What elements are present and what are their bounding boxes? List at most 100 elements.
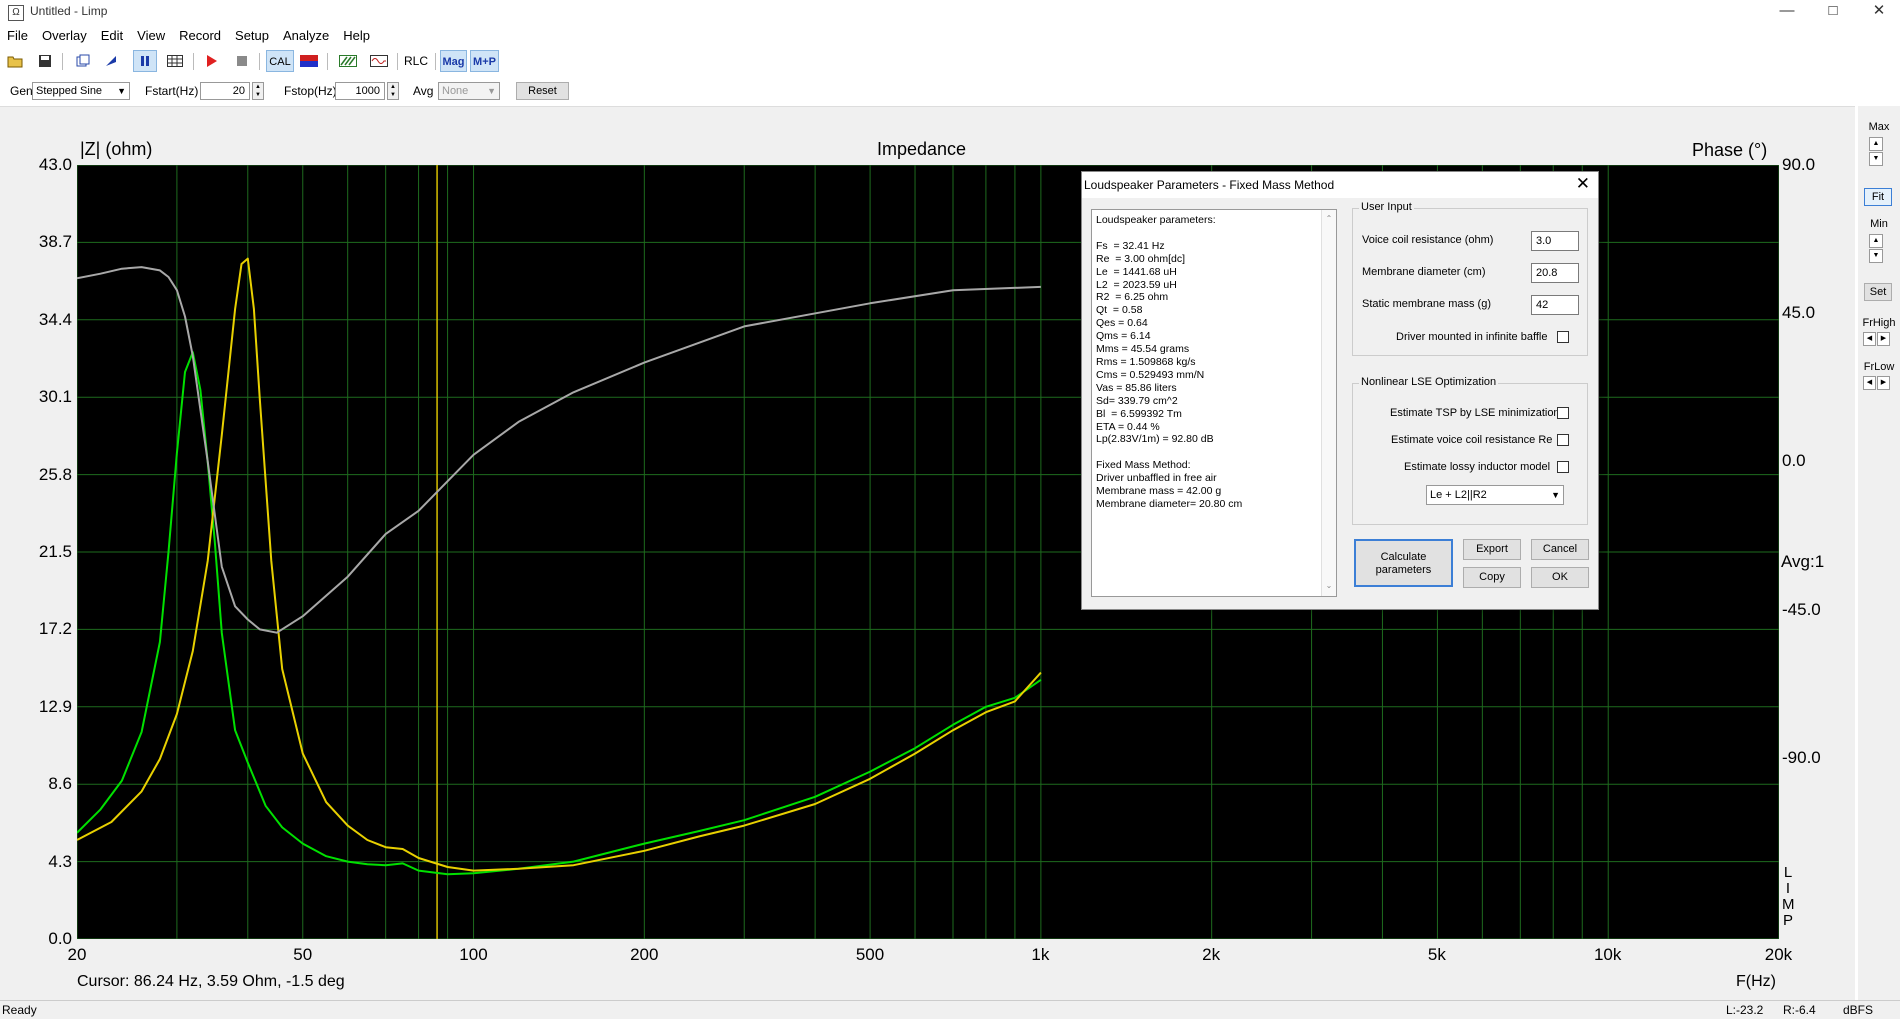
re-label: Estimate voice coil resistance Re (1391, 434, 1553, 446)
fstart-spinner[interactable]: ▲ ▼ (252, 82, 264, 100)
set-button[interactable]: Set (1864, 283, 1892, 301)
y-tick-label: 21.5 (38, 542, 72, 561)
close-icon[interactable]: ✕ (1856, 0, 1900, 24)
status-left-level: L:-23.2 (1726, 1003, 1764, 1017)
mag-phase-button[interactable]: M+P (470, 50, 499, 72)
title-bar: Ω Untitled - Limp — □ ✕ (0, 0, 1900, 24)
copy-window-icon[interactable] (71, 50, 95, 72)
menu-edit[interactable]: Edit (94, 26, 130, 46)
limp-letter-i: I (1785, 880, 1791, 897)
maximize-icon[interactable]: □ (1810, 0, 1856, 24)
mag-button[interactable]: Mag (440, 50, 467, 72)
menu-record[interactable]: Record (172, 26, 228, 46)
export-button[interactable]: Export (1463, 539, 1521, 560)
voice-coil-input[interactable]: 3.0 (1531, 231, 1579, 251)
cancel-button[interactable]: Cancel (1531, 539, 1589, 560)
max-down-icon[interactable]: ▼ (1869, 152, 1883, 166)
scroll-down-icon[interactable]: ⌄ (1322, 580, 1336, 593)
inductor-model-select[interactable]: Le + L2||R2 ▼ (1426, 485, 1564, 505)
scroll-up-icon[interactable]: ⌃ (1322, 213, 1336, 226)
gen-select[interactable]: Stepped Sine ▼ (32, 82, 130, 100)
results-textbox[interactable]: Loudspeaker parameters: Fs = 32.41 Hz Re… (1091, 209, 1337, 597)
user-input-title: User Input (1359, 201, 1414, 213)
hatch-view-icon[interactable] (336, 50, 360, 72)
status-right-level: R:-6.4 (1783, 1003, 1816, 1017)
baffle-checkbox[interactable] (1557, 331, 1569, 343)
pause-icon[interactable] (133, 50, 157, 72)
status-units: dBFS (1843, 1003, 1874, 1017)
scale-panel: Max ▲ ▼ Fit Min ▲ ▼ Set FrHigh ◀ ▶ FrLow… (1858, 106, 1900, 1000)
generator-icon[interactable] (297, 50, 321, 72)
save-icon[interactable] (33, 50, 57, 72)
menu-overlay[interactable]: Overlay (35, 26, 94, 46)
limp-letter-m: M (1782, 896, 1795, 913)
avg-select: None ▼ (438, 82, 500, 100)
max-up-icon[interactable]: ▲ (1869, 137, 1883, 151)
phase-tick-label: 90.0 (1782, 155, 1816, 174)
menu-file[interactable]: File (0, 26, 35, 46)
fstop-input[interactable]: 1000 (335, 82, 385, 100)
right-axis-title: Phase (°) (1692, 140, 1768, 160)
voice-coil-label: Voice coil resistance (ohm) (1362, 234, 1494, 246)
menu-setup[interactable]: Setup (228, 26, 276, 46)
rlc-button[interactable]: RLC (403, 50, 429, 72)
marker-icon[interactable] (99, 50, 123, 72)
min-label: Min (1870, 218, 1888, 230)
minimize-icon[interactable]: — (1764, 0, 1810, 24)
x-tick-label: 20k (1764, 945, 1793, 964)
dialog-close-icon[interactable]: ✕ (1576, 174, 1590, 194)
window-title: Untitled - Limp (30, 4, 108, 18)
diameter-input[interactable]: 20.8 (1531, 263, 1579, 283)
y-tick-label: 0.0 (48, 929, 72, 948)
dialog-title: Loudspeaker Parameters - Fixed Mass Meth… (1084, 178, 1335, 192)
reset-button[interactable]: Reset (516, 82, 569, 100)
fstart-input[interactable]: 20 (200, 82, 250, 100)
menu-analyze[interactable]: Analyze (276, 26, 336, 46)
frlow-left-icon[interactable]: ◀ (1863, 376, 1876, 390)
results-scrollbar[interactable]: ⌃ ⌄ (1321, 210, 1336, 596)
status-bar: Ready L:-23.2 R:-6.4 dBFS (0, 1000, 1900, 1019)
y-tick-label: 43.0 (38, 155, 72, 174)
open-folder-icon[interactable] (3, 50, 27, 72)
copy-button[interactable]: Copy (1463, 567, 1521, 588)
menu-view[interactable]: View (130, 26, 172, 46)
graph-title: Impedance (877, 139, 967, 159)
waveform-icon[interactable] (367, 50, 391, 72)
y-tick-label: 12.9 (38, 696, 72, 716)
mass-input[interactable]: 42 (1531, 295, 1579, 315)
chevron-down-icon: ▼ (117, 86, 126, 96)
table-icon[interactable] (163, 50, 187, 72)
tsp-checkbox[interactable] (1557, 407, 1569, 419)
ok-button[interactable]: OK (1531, 567, 1589, 588)
x-tick-label: 200 (630, 945, 659, 964)
x-tick-label: 2k (1202, 945, 1221, 964)
status-ready: Ready (2, 1003, 37, 1017)
limp-letter-l: L (1783, 864, 1793, 881)
y-tick-label: 17.2 (38, 619, 72, 639)
frlow-right-icon[interactable]: ▶ (1877, 376, 1890, 390)
menu-help[interactable]: Help (336, 26, 377, 46)
record-play-icon[interactable] (200, 50, 224, 72)
fstop-spinner[interactable]: ▲ ▼ (387, 82, 399, 100)
y-tick-label: 25.8 (38, 464, 72, 484)
calculate-parameters-button[interactable]: Calculate parameters (1354, 539, 1453, 587)
re-checkbox[interactable] (1557, 434, 1569, 446)
app-icon: Ω (8, 5, 24, 21)
inductor-checkbox[interactable] (1557, 461, 1569, 473)
y-tick-label: 38.7 (38, 232, 72, 252)
fstart-label: Fstart(Hz) (145, 84, 199, 98)
fit-button[interactable]: Fit (1864, 188, 1892, 206)
min-up-icon[interactable]: ▲ (1869, 234, 1883, 248)
mass-label: Static membrane mass (g) (1362, 298, 1491, 310)
menu-bar: File Overlay Edit View Record Setup Analyze Hel… (0, 26, 1900, 46)
fstop-label: Fstop(Hz) (284, 84, 337, 98)
frhigh-left-icon[interactable]: ◀ (1863, 332, 1876, 346)
phase-tick-label: -90.0 (1782, 747, 1821, 767)
dialog-title-bar: Loudspeaker Parameters - Fixed Mass Meth… (1082, 172, 1598, 198)
frhigh-right-icon[interactable]: ▶ (1877, 332, 1890, 346)
min-down-icon[interactable]: ▼ (1869, 249, 1883, 263)
stop-icon[interactable] (230, 50, 254, 72)
diameter-label: Membrane diameter (cm) (1362, 266, 1486, 278)
cal-button[interactable]: CAL (266, 50, 294, 72)
generator-settings-row: Gen Stepped Sine ▼ Fstart(Hz) 20 ▲ ▼ Fstop… (0, 80, 1900, 104)
